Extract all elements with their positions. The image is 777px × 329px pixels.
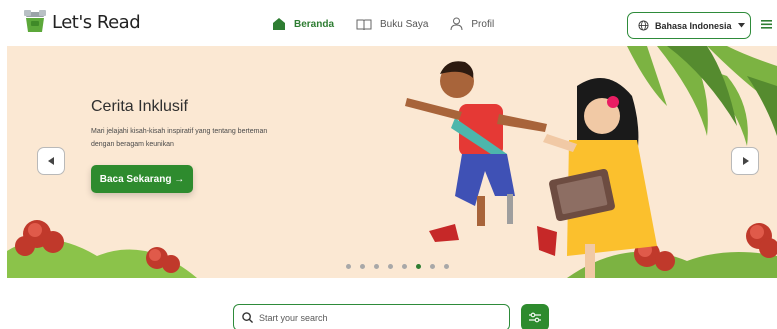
read-now-label: Baca Sekarang → — [99, 173, 185, 185]
hero-title: Cerita Inklusif — [91, 98, 188, 115]
caret-down-icon — [737, 23, 745, 28]
carousel-dot[interactable] — [360, 264, 365, 269]
read-now-button[interactable]: Baca Sekarang → — [91, 165, 193, 193]
carousel-dot[interactable] — [374, 264, 379, 269]
search-icon — [242, 312, 253, 323]
language-selector[interactable]: Bahasa Indonesia — [627, 12, 751, 39]
carousel-dot[interactable] — [388, 264, 393, 269]
carousel-prev-button[interactable] — [37, 147, 65, 175]
carousel-dot[interactable] — [346, 264, 351, 269]
carousel-dot[interactable] — [430, 264, 435, 269]
book-icon — [356, 19, 372, 30]
carousel-dot[interactable] — [444, 264, 449, 269]
nav-item-profil[interactable]: Profil — [450, 15, 494, 33]
globe-icon — [638, 20, 649, 31]
filter-button[interactable] — [521, 304, 549, 329]
carousel-indicator — [346, 264, 449, 269]
logo-icon — [24, 10, 46, 32]
top-header: Let's Read Beranda Buku Saya Profil Baha… — [0, 0, 777, 48]
chevron-left-icon — [47, 157, 54, 165]
logo[interactable]: Let's Read — [22, 10, 141, 34]
home-icon — [273, 18, 285, 30]
logo-text: Let's Read — [52, 11, 141, 33]
nav-label-buku-saya: Buku Saya — [380, 18, 429, 30]
carousel-next-button[interactable] — [731, 147, 759, 175]
nav-label-beranda: Beranda — [294, 18, 335, 30]
hero-carousel: Cerita Inklusif Mari jelajahi kisah-kisa… — [7, 46, 777, 278]
search-input[interactable] — [259, 312, 489, 323]
nav-item-beranda[interactable]: Beranda — [272, 15, 334, 33]
hero-illustration — [7, 46, 777, 278]
chevron-right-icon — [742, 157, 749, 165]
nav-item-buku-saya[interactable]: Buku Saya — [356, 15, 428, 33]
user-icon — [450, 17, 463, 31]
hamburger-icon[interactable] — [760, 17, 774, 31]
search-bar — [233, 304, 510, 329]
main-nav: Beranda Buku Saya Profil — [272, 15, 516, 33]
carousel-dot[interactable] — [402, 264, 407, 269]
hero-description: Mari jelajahi kisah-kisah inspiratif yan… — [91, 128, 268, 148]
language-label: Bahasa Indonesia — [655, 20, 732, 31]
carousel-dot[interactable] — [416, 264, 421, 269]
sliders-icon — [529, 312, 541, 323]
nav-label-profil: Profil — [471, 18, 495, 30]
